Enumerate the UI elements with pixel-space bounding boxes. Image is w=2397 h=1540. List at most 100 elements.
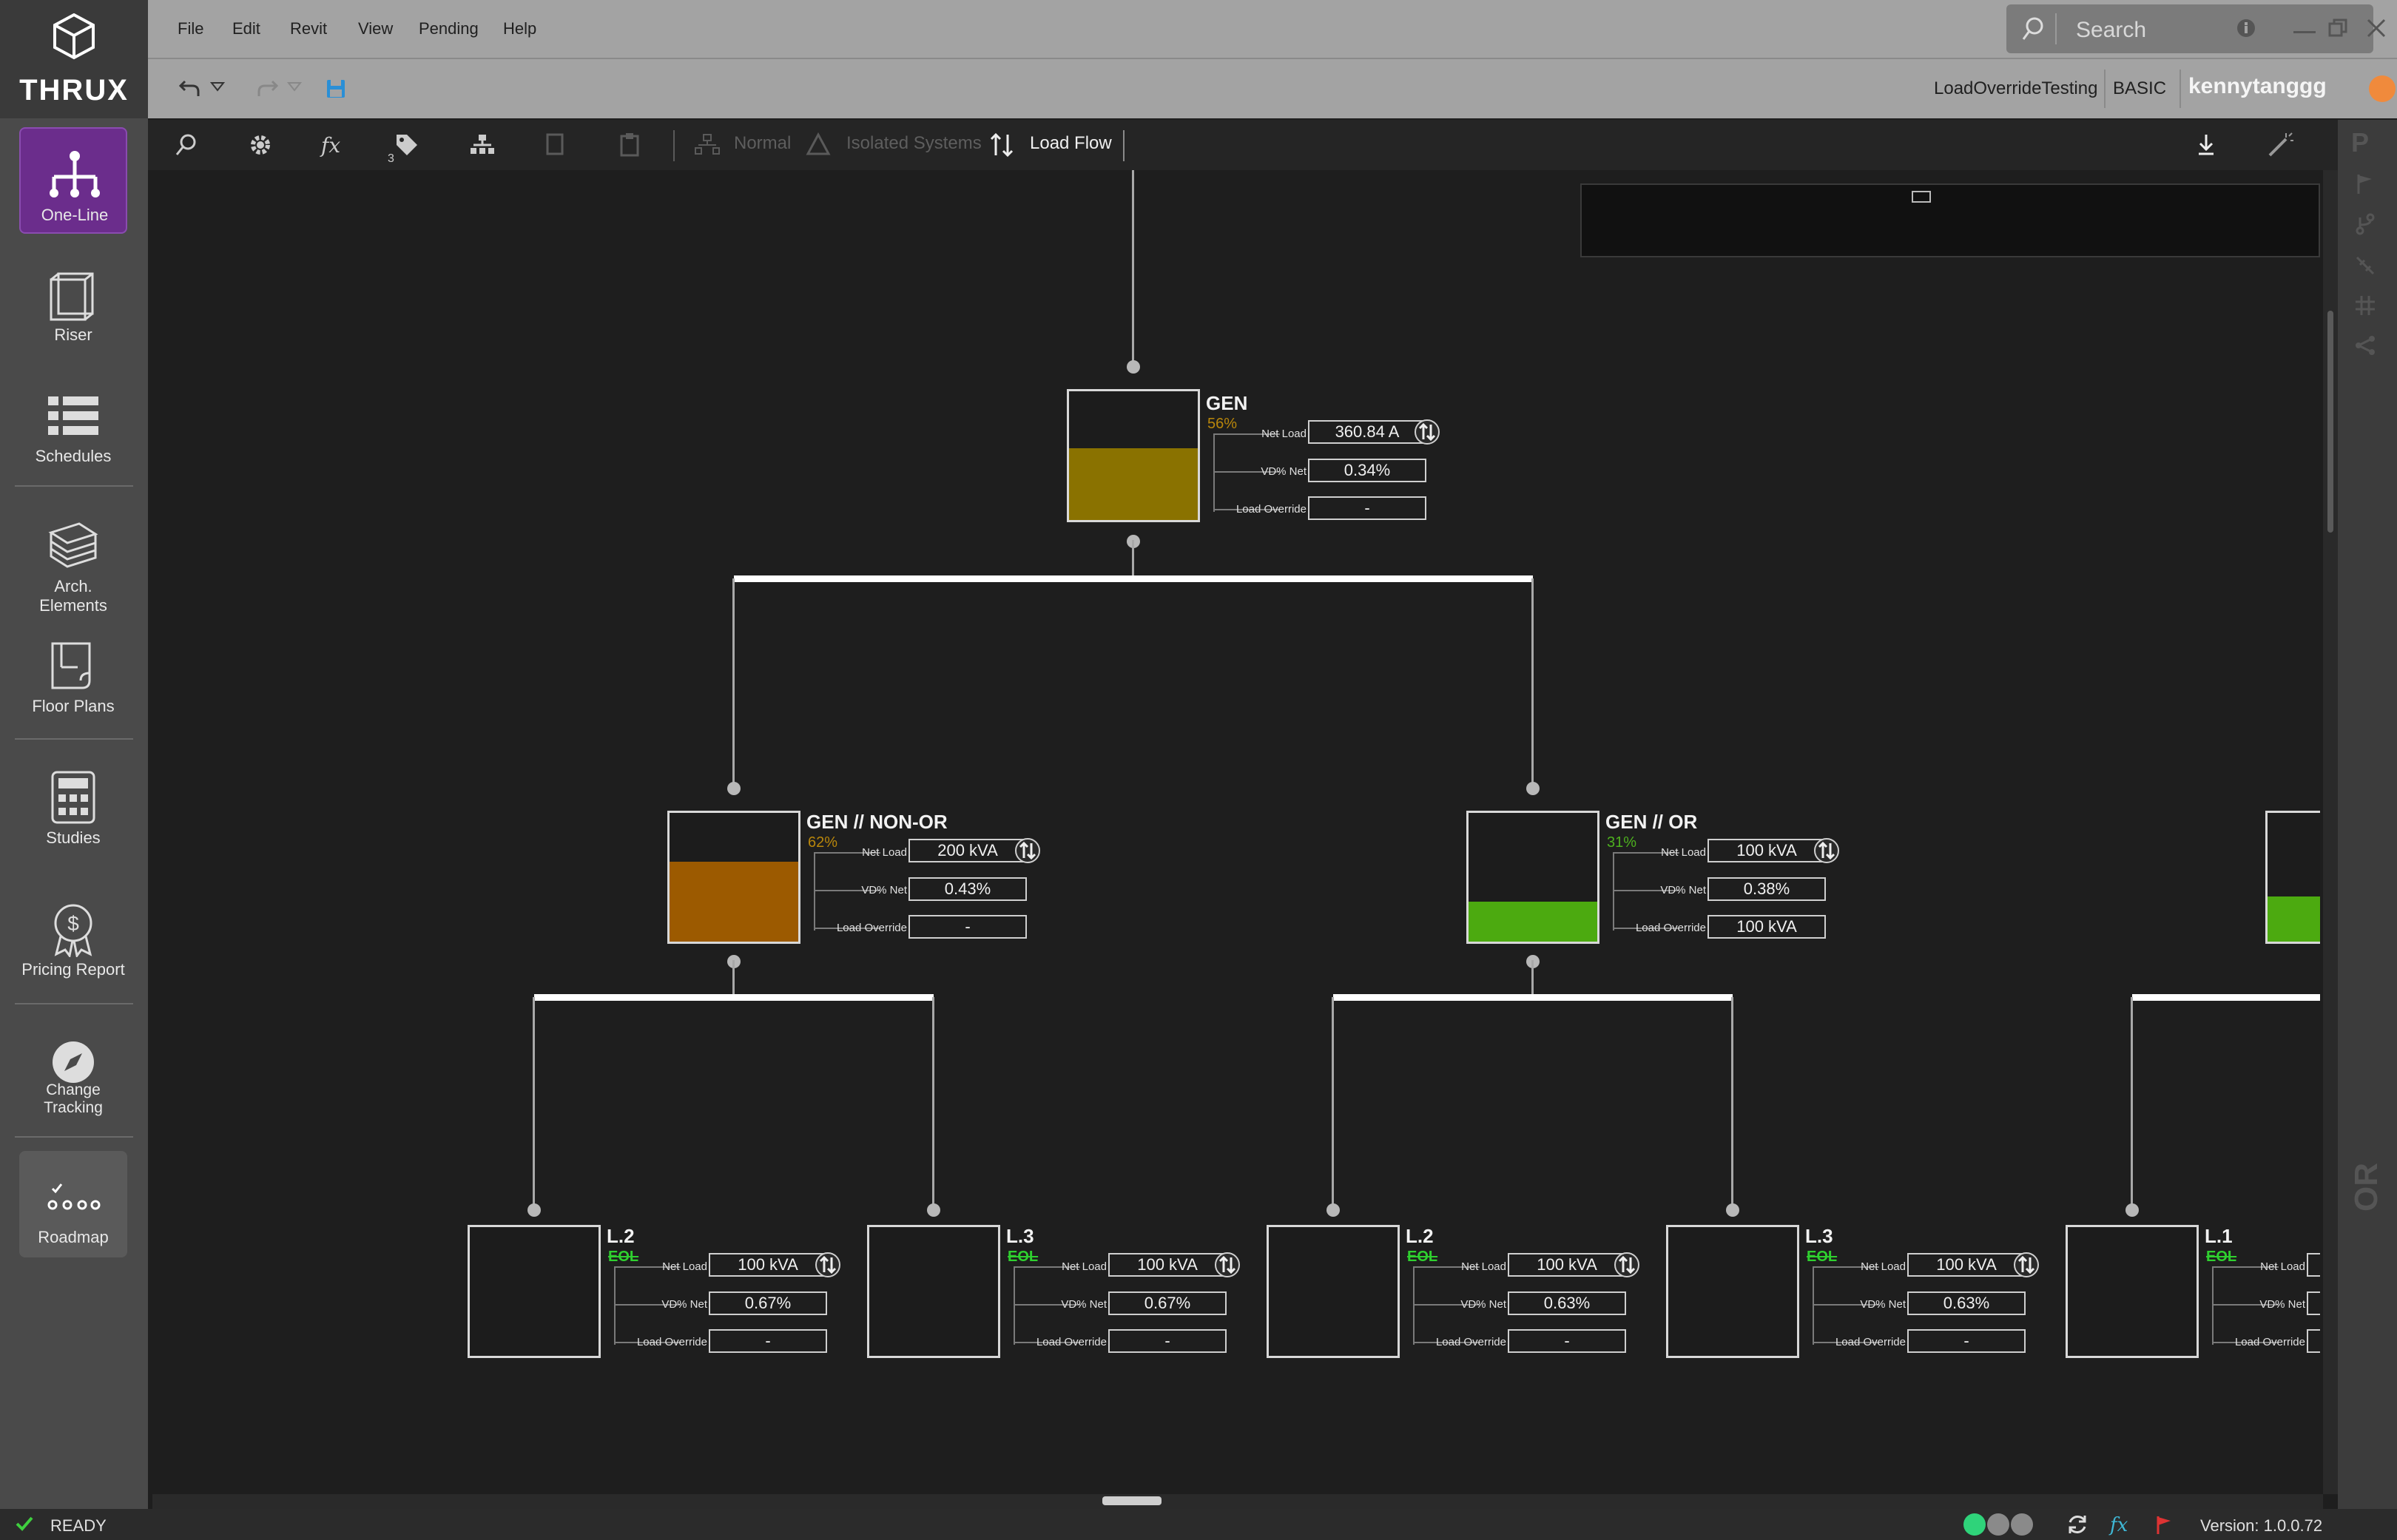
node-l2-non-or[interactable] xyxy=(468,1225,601,1358)
nav-arch-elements[interactable]: Arch. Elements xyxy=(19,500,127,615)
net-load-field[interactable]: 200 kVA xyxy=(908,839,1027,862)
tag-icon[interactable] xyxy=(394,132,420,158)
swap-units-icon[interactable] xyxy=(1415,419,1440,445)
swap-units-icon[interactable] xyxy=(1614,1252,1639,1277)
net-load-field[interactable]: 100 kVA xyxy=(709,1253,827,1277)
flag-icon[interactable] xyxy=(2354,173,2376,199)
minimize-icon[interactable] xyxy=(2293,31,2316,33)
minimap-viewport[interactable] xyxy=(1912,191,1931,203)
minimap[interactable] xyxy=(1580,183,2320,257)
vd-net-field[interactable] xyxy=(2307,1291,2320,1315)
net-load-field[interactable]: 360.84 A xyxy=(1308,420,1426,444)
copy-icon[interactable] xyxy=(543,132,570,158)
power-error-icon[interactable] xyxy=(2011,1513,2033,1536)
redo-icon[interactable] xyxy=(256,77,280,103)
net-load-field[interactable]: 100 kVA xyxy=(1907,1253,2026,1277)
function-fx-icon[interactable]: fx xyxy=(320,132,346,158)
vertical-scrollbar[interactable] xyxy=(2323,170,2338,1494)
swap-units-icon[interactable] xyxy=(1814,838,1839,863)
isolated-systems-button[interactable]: Isolated Systems xyxy=(846,133,982,154)
load-override-field[interactable]: 100 kVA xyxy=(1707,915,1826,939)
load-override-field[interactable]: - xyxy=(709,1329,827,1353)
normal-view-icon[interactable] xyxy=(694,132,721,158)
load-override-field[interactable]: - xyxy=(1907,1329,2026,1353)
nav-floor-plans[interactable]: Floor Plans xyxy=(19,620,127,726)
info-icon[interactable] xyxy=(2236,18,2256,42)
search-input[interactable]: Search xyxy=(2076,18,2146,43)
vd-net-field[interactable]: 0.63% xyxy=(1907,1291,2026,1315)
vertical-scroll-thumb[interactable] xyxy=(2327,311,2333,533)
swap-units-icon[interactable] xyxy=(1215,1252,1240,1277)
net-load-field[interactable]: 100 kVA xyxy=(1108,1253,1227,1277)
vd-net-field[interactable]: 0.43% xyxy=(908,877,1027,901)
menu-file[interactable]: File xyxy=(178,19,203,38)
save-icon[interactable] xyxy=(326,78,346,103)
nav-studies[interactable]: Studies xyxy=(19,752,127,858)
normal-mode-button[interactable]: Normal xyxy=(734,133,791,154)
find-icon[interactable] xyxy=(173,132,200,158)
menu-view[interactable]: View xyxy=(358,19,393,38)
power-warning-icon[interactable] xyxy=(1987,1513,2009,1536)
share-nodes-icon[interactable] xyxy=(2354,334,2376,360)
nav-roadmap[interactable]: Roadmap xyxy=(19,1151,127,1257)
flag-status-icon[interactable] xyxy=(2154,1515,2174,1539)
vd-net-field[interactable]: 0.67% xyxy=(709,1291,827,1315)
menu-pending[interactable]: Pending xyxy=(419,19,479,38)
nav-schedules[interactable]: Schedules xyxy=(19,370,127,476)
grid-icon[interactable] xyxy=(2354,294,2376,320)
branch-icon[interactable] xyxy=(2354,213,2376,239)
override-panel-tab[interactable]: OR xyxy=(2348,1163,2387,1212)
node-gen[interactable] xyxy=(1067,389,1200,522)
node-gen-non-or[interactable] xyxy=(667,811,800,944)
one-line-canvas[interactable]: GEN 56% Net Load 360.84 A VD% Net 0.34% … xyxy=(152,170,2320,1494)
node-gen-or[interactable] xyxy=(1466,811,1599,944)
node-l1[interactable] xyxy=(2066,1225,2199,1358)
load-override-field[interactable]: - xyxy=(1108,1329,1227,1353)
user-name[interactable]: kennytanggg xyxy=(2188,74,2327,99)
undo-dropdown-icon[interactable] xyxy=(209,81,226,95)
nav-riser[interactable]: Riser xyxy=(19,249,127,355)
nav-pricing-report[interactable]: $ Pricing Report xyxy=(19,883,127,990)
magic-wand-icon[interactable] xyxy=(2267,132,2293,158)
load-override-field[interactable]: - xyxy=(1508,1329,1626,1353)
settings-gear-icon[interactable] xyxy=(247,132,274,158)
nav-change-tracking[interactable]: Change Tracking xyxy=(19,1019,127,1126)
load-flow-button[interactable]: Load Flow xyxy=(1030,133,1112,154)
net-load-field[interactable]: 100 kVA xyxy=(1707,839,1826,862)
horizontal-scrollbar[interactable] xyxy=(152,1494,2323,1509)
horizontal-scroll-thumb[interactable] xyxy=(1102,1496,1162,1505)
disconnect-icon[interactable] xyxy=(2354,254,2376,280)
swap-units-icon[interactable] xyxy=(1015,838,1040,863)
load-override-field[interactable]: - xyxy=(908,915,1027,939)
swap-units-icon[interactable] xyxy=(2014,1252,2039,1277)
menu-edit[interactable]: Edit xyxy=(232,19,260,38)
avatar[interactable] xyxy=(2369,75,2396,102)
undo-icon[interactable] xyxy=(178,77,201,103)
vd-net-field[interactable]: 0.67% xyxy=(1108,1291,1227,1315)
node-l3-non-or[interactable] xyxy=(867,1225,1000,1358)
close-icon[interactable] xyxy=(2366,18,2387,42)
menu-help[interactable]: Help xyxy=(503,19,536,38)
node-l3-or[interactable] xyxy=(1666,1225,1799,1358)
load-override-field[interactable] xyxy=(2307,1329,2320,1353)
sync-icon[interactable] xyxy=(2066,1513,2089,1539)
net-load-field[interactable]: 100 kVA xyxy=(1508,1253,1626,1277)
vd-net-field[interactable]: 0.38% xyxy=(1707,877,1826,901)
net-load-field[interactable] xyxy=(2307,1253,2320,1277)
power-status-icon[interactable] xyxy=(1963,1513,1986,1536)
load-flow-icon[interactable] xyxy=(988,132,1015,158)
vd-net-field[interactable]: 0.63% xyxy=(1508,1291,1626,1315)
node-partial-right[interactable] xyxy=(2265,811,2320,944)
vd-net-field[interactable]: 0.34% xyxy=(1308,459,1426,482)
redo-dropdown-icon[interactable] xyxy=(286,81,303,95)
search-box[interactable]: Search xyxy=(2006,4,2373,53)
formula-status-icon[interactable]: fx xyxy=(2108,1512,2131,1539)
hierarchy-icon[interactable] xyxy=(469,132,496,158)
load-override-field[interactable]: - xyxy=(1308,496,1426,520)
node-l2-or[interactable] xyxy=(1267,1225,1400,1358)
download-icon[interactable] xyxy=(2193,132,2219,158)
paste-icon[interactable] xyxy=(617,132,644,158)
swap-units-icon[interactable] xyxy=(815,1252,840,1277)
restore-icon[interactable] xyxy=(2327,18,2348,42)
isolated-systems-icon[interactable] xyxy=(805,132,832,158)
